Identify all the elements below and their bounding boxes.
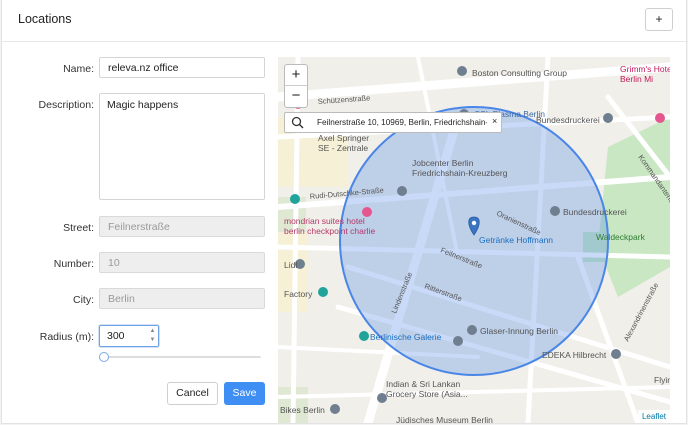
city-field: Berlin <box>99 288 265 309</box>
place-label: Grocery Store (Asia... <box>386 389 468 399</box>
place-label: mondrian suites hotel <box>284 216 365 226</box>
location-map[interactable]: Schützenstraße Rudi-Dutschke-Straße Oranie… <box>278 57 670 423</box>
place-label: Bundesdruckerei <box>563 207 627 217</box>
save-button[interactable]: Save <box>224 382 265 405</box>
zoom-in-button[interactable]: + <box>285 65 307 86</box>
number-label: Number: <box>53 258 94 270</box>
description-field[interactable]: Magic happens <box>99 93 265 200</box>
close-icon[interactable]: × <box>492 116 497 126</box>
place-label: Glaser-Innung Berlin <box>480 326 558 336</box>
place-label: Waldeckpark <box>596 232 646 242</box>
place-label: Indian & Sri Lankan <box>386 379 460 389</box>
add-location-button[interactable]: + <box>645 8 673 31</box>
spin-up-icon[interactable]: ▲ <box>148 327 157 336</box>
place-label: Grimm's Hotel <box>620 64 670 74</box>
street-field: Feilnerstraße <box>99 216 265 237</box>
spin-down-icon[interactable]: ▼ <box>148 336 157 345</box>
place-label: Factory <box>284 289 313 299</box>
street-label: Street: <box>63 222 94 234</box>
page-title: Locations <box>18 12 72 26</box>
radius-slider-track[interactable] <box>104 356 261 358</box>
radius-value: 300 <box>107 330 125 342</box>
zoom-control: + − <box>284 64 308 108</box>
place-label: Boston Consulting Group <box>472 68 567 78</box>
map-search-text: Feilnerstraße 10, 10969, Berlin, Friedri… <box>317 118 487 127</box>
card-header: Locations + <box>2 0 688 42</box>
zoom-out-button[interactable]: − <box>285 86 307 107</box>
map-attribution[interactable]: Leaflet <box>637 410 670 423</box>
description-label: Description: <box>38 99 94 111</box>
search-icon <box>291 116 304 129</box>
radius-slider-thumb[interactable] <box>99 352 109 362</box>
place-label: berlin checkpoint charlie <box>284 226 375 236</box>
place-label: Flyin <box>654 375 670 385</box>
place-label: Friedrichshain-Kreuzberg <box>412 168 508 178</box>
place-label: Bikes Berlin <box>280 405 325 415</box>
place-label: Getränke Hoffmann <box>479 235 553 245</box>
number-field: 10 <box>99 252 265 273</box>
place-label: Bundesdruckerei <box>536 115 600 125</box>
place-label: Axel Springer <box>318 133 369 143</box>
place-label: Jobcenter Berlin <box>412 158 474 168</box>
map-search-box[interactable]: Feilnerstraße 10, 10969, Berlin, Friedri… <box>284 112 502 133</box>
name-field[interactable]: releva.nz office <box>99 57 265 78</box>
place-label: Jüdisches Museum Berlin <box>396 415 493 423</box>
place-label: EDEKA Hilbrecht <box>542 350 607 360</box>
place-label: SE - Zentrale <box>318 143 368 153</box>
city-label: City: <box>73 294 94 306</box>
place-label: Berlinische Galerie <box>370 332 442 342</box>
place-label: Berlin Mi <box>620 74 653 84</box>
name-label: Name: <box>63 63 94 75</box>
attribution-label[interactable]: Leaflet <box>642 412 666 421</box>
cancel-button[interactable]: Cancel <box>167 382 218 405</box>
place-label: Lidl <box>284 260 297 270</box>
radius-label: Radius (m): <box>39 331 94 343</box>
radius-input[interactable]: 300 ▲ ▼ <box>99 325 159 347</box>
